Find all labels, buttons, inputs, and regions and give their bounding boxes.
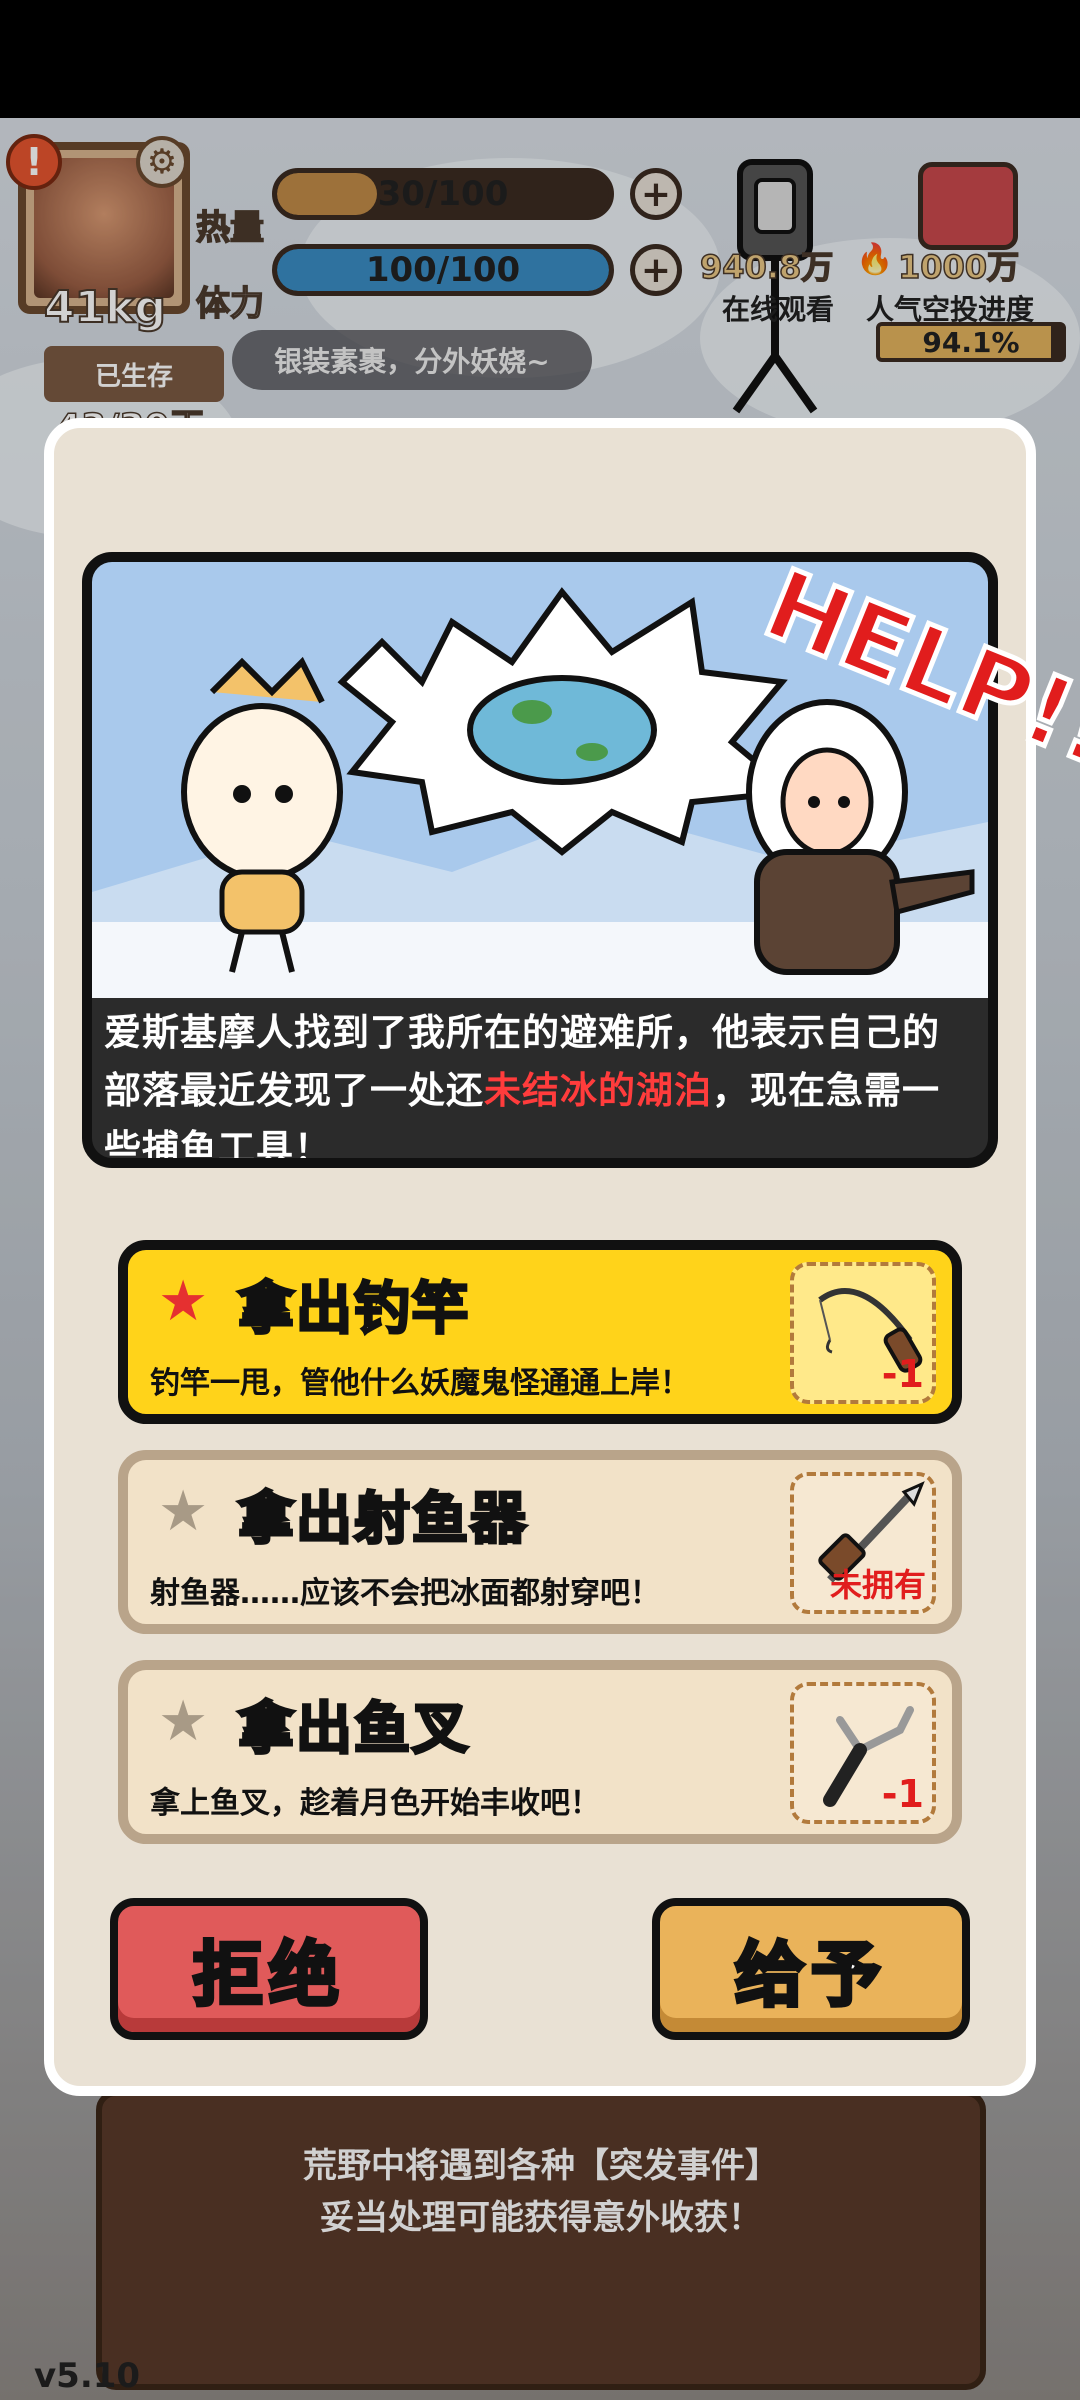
- unowned-badge: 未拥有: [829, 1566, 926, 1604]
- option-fish-fork[interactable]: ★ 拿出鱼叉 拿上鱼叉，趁着月色开始丰收吧！ -1: [118, 1660, 962, 1844]
- give-button[interactable]: 给予: [652, 1898, 970, 2040]
- option-title: 拿出钓竿: [237, 1276, 470, 1344]
- option-desc: 拿上鱼叉，趁着月色开始丰收吧！: [150, 1786, 600, 1821]
- option-title: 拿出鱼叉: [237, 1696, 470, 1764]
- option-fishing-rod[interactable]: ★ 拿出钓竿 钓竿一甩，管他什么妖魔鬼怪通通上岸！ -1: [118, 1240, 962, 1424]
- star-icon: ★: [158, 1269, 209, 1334]
- option-speargun[interactable]: ★ 拿出射鱼器 射鱼器……应该不会把冰面都射穿吧！ 未拥有: [118, 1450, 962, 1634]
- option-desc: 射鱼器……应该不会把冰面都射穿吧！: [150, 1576, 660, 1611]
- cost-badge: -1: [881, 1772, 924, 1816]
- caption-highlight: 未结冰的湖泊: [484, 1069, 712, 1112]
- cost-badge: -1: [881, 1352, 924, 1396]
- fishing-rod-slot: -1: [790, 1262, 936, 1404]
- option-desc: 钓竿一甩，管他什么妖魔鬼怪通通上岸！: [150, 1366, 690, 1401]
- fish-fork-slot: -1: [790, 1682, 936, 1824]
- option-title: 拿出射鱼器: [237, 1486, 528, 1554]
- refuse-button[interactable]: 拒绝: [110, 1898, 428, 2040]
- star-icon: ★: [158, 1479, 209, 1544]
- speargun-slot: 未拥有: [790, 1472, 936, 1614]
- status-bar: [0, 0, 1080, 118]
- star-icon: ★: [158, 1689, 209, 1754]
- event-description: 爱斯基摩人找到了我所在的避难所，他表示自己的部落最近发现了一处还未结冰的湖泊，现…: [104, 1004, 976, 1158]
